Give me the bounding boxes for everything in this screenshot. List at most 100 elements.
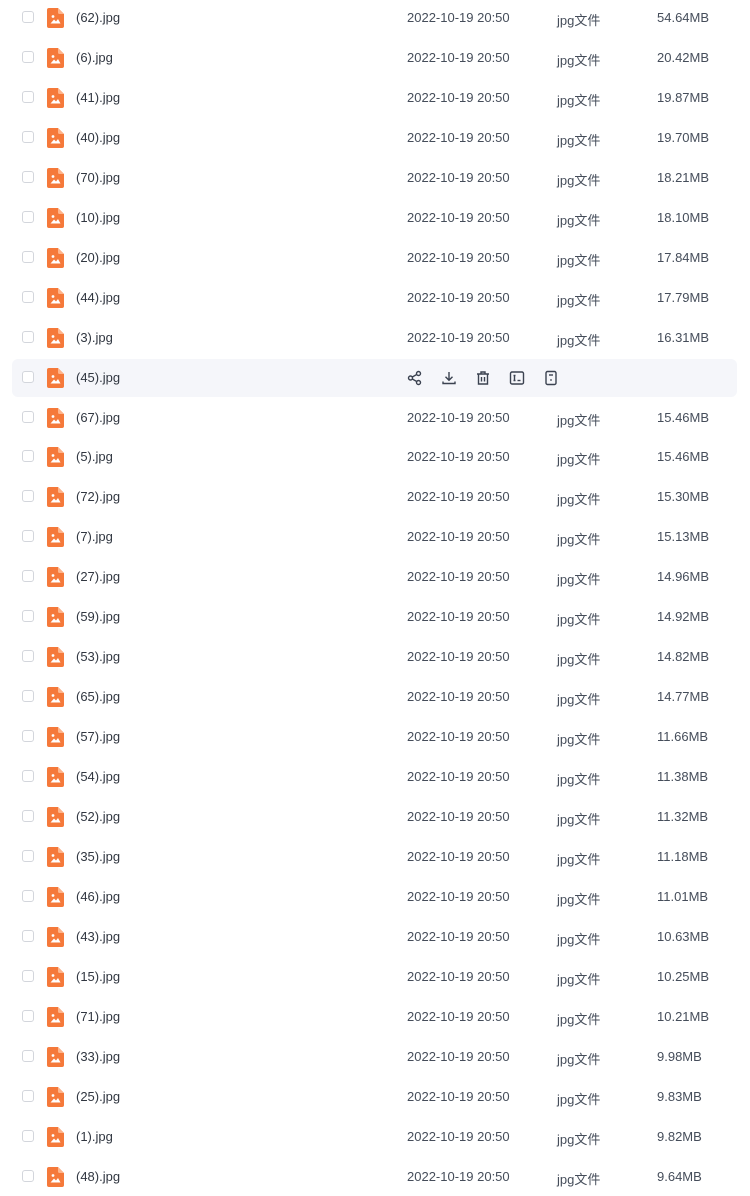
file-name[interactable]: (3).jpg: [76, 330, 113, 345]
row-checkbox[interactable]: [22, 90, 34, 103]
row-checkbox[interactable]: [22, 250, 34, 263]
delete-icon[interactable]: [474, 369, 492, 387]
file-row[interactable]: (7).jpg 2022-10-19 20:50 jpg文件 15.13MB: [12, 518, 737, 556]
file-row[interactable]: (5).jpg 2022-10-19 20:50 jpg文件 15.46MB: [12, 438, 737, 476]
file-name[interactable]: (15).jpg: [76, 969, 120, 984]
file-row[interactable]: (71).jpg 2022-10-19 20:50 jpg文件 10.21MB: [12, 998, 737, 1036]
row-checkbox[interactable]: [22, 530, 34, 543]
row-checkbox[interactable]: [22, 1169, 34, 1182]
file-name[interactable]: (62).jpg: [76, 10, 120, 25]
row-checkbox[interactable]: [22, 130, 34, 143]
row-checkbox[interactable]: [22, 170, 34, 183]
row-checkbox[interactable]: [22, 610, 34, 623]
row-checkbox[interactable]: [22, 810, 34, 822]
file-row[interactable]: (20).jpg 2022-10-19 20:50 jpg文件 17.84MB: [12, 239, 737, 277]
file-row[interactable]: (48).jpg 2022-10-19 20:50 jpg文件 9.64MB: [12, 1158, 737, 1196]
file-row[interactable]: (57).jpg 2022-10-19 20:50 jpg文件 11.66MB: [12, 718, 737, 756]
file-name[interactable]: (7).jpg: [76, 529, 113, 544]
file-name[interactable]: (41).jpg: [76, 90, 120, 105]
file-row[interactable]: (43).jpg 2022-10-19 20:50 jpg文件 10.63MB: [12, 918, 737, 956]
file-name[interactable]: (59).jpg: [76, 609, 120, 624]
row-checkbox[interactable]: [22, 929, 34, 942]
file-name[interactable]: (27).jpg: [76, 569, 120, 584]
row-checkbox[interactable]: [22, 570, 34, 583]
file-name[interactable]: (65).jpg: [76, 689, 120, 704]
rename-icon[interactable]: [508, 369, 526, 387]
row-checkbox[interactable]: [22, 849, 34, 862]
file-name[interactable]: (44).jpg: [76, 290, 120, 305]
row-checkbox[interactable]: [22, 290, 34, 303]
file-row[interactable]: (72).jpg 2022-10-19 20:50 jpg文件 15.30MB: [12, 478, 737, 516]
download-icon[interactable]: [440, 369, 458, 387]
file-name[interactable]: (70).jpg: [76, 170, 120, 185]
file-row[interactable]: (6).jpg 2022-10-19 20:50 jpg文件 20.42MB: [12, 39, 737, 77]
file-row[interactable]: (3).jpg 2022-10-19 20:50 jpg文件 16.31MB: [12, 319, 737, 357]
file-name[interactable]: (43).jpg: [76, 929, 120, 944]
file-type: jpg文件: [557, 812, 601, 827]
file-name[interactable]: (6).jpg: [76, 50, 113, 65]
row-checkbox[interactable]: [22, 1129, 34, 1142]
file-name[interactable]: (57).jpg: [76, 729, 120, 744]
file-row[interactable]: (62).jpg 2022-10-19 20:50 jpg文件 54.64MB: [12, 0, 737, 37]
row-checkbox[interactable]: [22, 690, 34, 703]
file-row[interactable]: (54).jpg 2022-10-19 20:50 jpg文件 11.38MB: [12, 758, 737, 796]
file-row[interactable]: (44).jpg 2022-10-19 20:50 jpg文件 17.79MB: [12, 279, 737, 317]
row-checkbox[interactable]: [22, 889, 34, 902]
image-file-icon: [47, 207, 64, 228]
file-name[interactable]: (1).jpg: [76, 1129, 113, 1144]
row-checkbox[interactable]: [22, 969, 34, 982]
file-name[interactable]: (5).jpg: [76, 449, 113, 464]
file-name[interactable]: (52).jpg: [76, 809, 120, 824]
row-checkbox[interactable]: [22, 1009, 34, 1022]
row-checkbox[interactable]: [22, 1049, 34, 1062]
file-name[interactable]: (53).jpg: [76, 649, 120, 664]
row-checkbox[interactable]: [22, 770, 34, 783]
file-row[interactable]: (70).jpg 2022-10-19 20:50 jpg文件 18.21MB: [12, 159, 737, 197]
row-checkbox[interactable]: [22, 50, 34, 63]
row-checkbox[interactable]: [22, 650, 34, 663]
file-name[interactable]: (20).jpg: [76, 250, 120, 265]
row-checkbox[interactable]: [22, 370, 34, 383]
row-checkbox[interactable]: [22, 730, 34, 743]
row-checkbox[interactable]: [22, 410, 34, 423]
image-file-icon: [47, 1086, 64, 1107]
file-name[interactable]: (25).jpg: [76, 1089, 120, 1104]
file-row[interactable]: (25).jpg 2022-10-19 20:50 jpg文件 9.83MB: [12, 1078, 737, 1116]
file-row[interactable]: (59).jpg 2022-10-19 20:50 jpg文件 14.92MB: [12, 598, 737, 636]
file-row[interactable]: (65).jpg 2022-10-19 20:50 jpg文件 14.77MB: [12, 678, 737, 716]
row-checkbox[interactable]: [22, 210, 34, 223]
file-row[interactable]: (15).jpg 2022-10-19 20:50 jpg文件 10.25MB: [12, 958, 737, 996]
file-name[interactable]: (10).jpg: [76, 210, 120, 225]
file-row[interactable]: (46).jpg 2022-10-19 20:50 jpg文件 11.01MB: [12, 878, 737, 916]
share-icon[interactable]: [406, 369, 424, 387]
file-name[interactable]: (72).jpg: [76, 489, 120, 504]
row-checkbox[interactable]: [22, 1089, 34, 1102]
row-checkbox[interactable]: [22, 330, 34, 343]
file-row[interactable]: (52).jpg 2022-10-19 20:50 jpg文件 11.32MB: [12, 798, 737, 836]
file-row[interactable]: (27).jpg 2022-10-19 20:50 jpg文件 14.96MB: [12, 558, 737, 596]
file-date: 2022-10-19 20:50: [407, 89, 510, 105]
file-name[interactable]: (40).jpg: [76, 130, 120, 145]
file-name[interactable]: (48).jpg: [76, 1169, 120, 1184]
row-checkbox[interactable]: [22, 450, 34, 463]
row-checkbox[interactable]: [22, 490, 34, 503]
file-row[interactable]: (53).jpg 2022-10-19 20:50 jpg文件 14.82MB: [12, 638, 737, 676]
file-name[interactable]: (35).jpg: [76, 849, 120, 864]
row-checkbox[interactable]: [22, 11, 34, 23]
file-name[interactable]: (45).jpg: [76, 370, 120, 385]
file-row[interactable]: (33).jpg 2022-10-19 20:50 jpg文件 9.98MB: [12, 1038, 737, 1076]
file-row[interactable]: (35).jpg 2022-10-19 20:50 jpg文件 11.18MB: [12, 838, 737, 876]
file-name[interactable]: (67).jpg: [76, 410, 120, 425]
file-name[interactable]: (33).jpg: [76, 1049, 120, 1064]
file-date: 2022-10-19 20:50: [407, 329, 510, 345]
file-row[interactable]: (1).jpg 2022-10-19 20:50 jpg文件 9.82MB: [12, 1118, 737, 1156]
file-row[interactable]: (40).jpg 2022-10-19 20:50 jpg文件 19.70MB: [12, 119, 737, 157]
more-icon[interactable]: [542, 369, 560, 387]
file-row[interactable]: (41).jpg 2022-10-19 20:50 jpg文件 19.87MB: [12, 79, 737, 117]
file-row[interactable]: (67).jpg 2022-10-19 20:50 jpg文件 15.46MB: [12, 399, 737, 437]
file-name[interactable]: (46).jpg: [76, 889, 120, 904]
file-row[interactable]: (45).jpg: [12, 358, 737, 397]
file-row[interactable]: (10).jpg 2022-10-19 20:50 jpg文件 18.10MB: [12, 199, 737, 237]
file-name[interactable]: (54).jpg: [76, 769, 120, 784]
file-name[interactable]: (71).jpg: [76, 1009, 120, 1024]
